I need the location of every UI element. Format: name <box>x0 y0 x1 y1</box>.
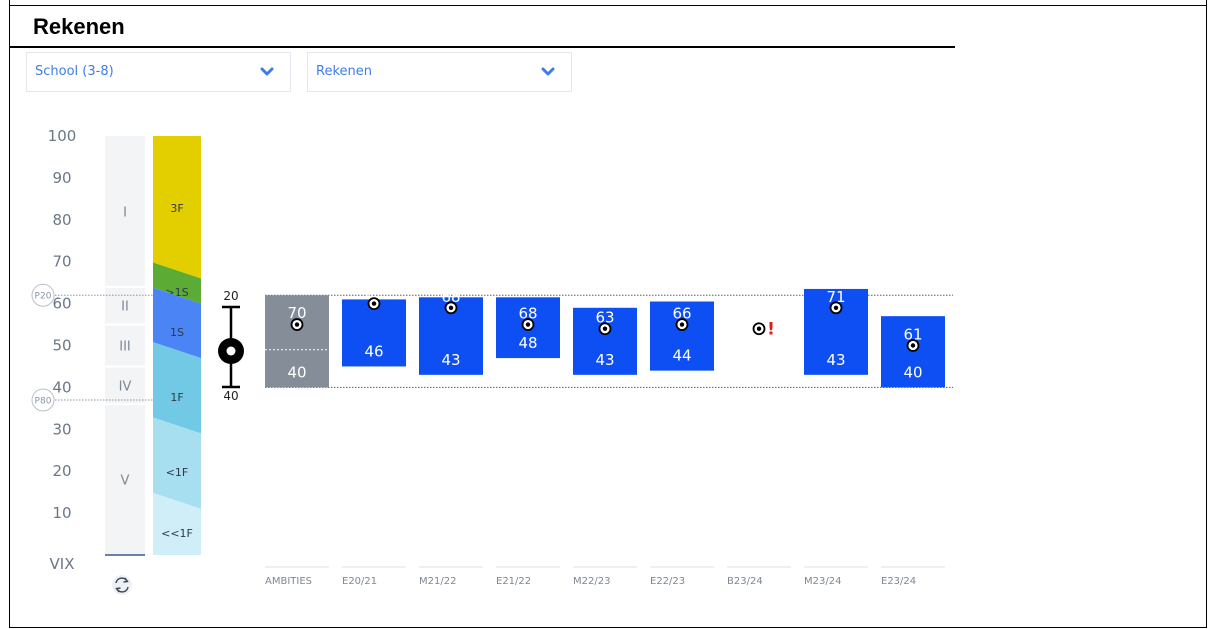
bar-low-label: 43 <box>595 351 614 369</box>
y-tick-label: 60 <box>52 295 71 313</box>
score-dot-center <box>833 305 839 310</box>
bar-low-label: 43 <box>826 351 845 369</box>
bar-low-label: 46 <box>364 342 383 360</box>
percentile-label: P80 <box>35 396 52 406</box>
score-dot-center <box>294 322 300 327</box>
score-chart: 100908070605040302010VIXIIIIIIIVV3F>1S1S… <box>31 127 953 595</box>
level-band-label: I <box>123 205 127 220</box>
y-axis-bottom-label: VIX <box>50 555 75 573</box>
alert-icon: ! <box>767 320 775 340</box>
reference-level-label: <1F <box>166 466 189 479</box>
y-tick-label: 70 <box>52 253 71 271</box>
y-tick-label: 10 <box>52 504 71 522</box>
y-tick-label: 90 <box>52 169 71 187</box>
y-tick-label: 20 <box>52 462 71 480</box>
x-tick-label: E22/23 <box>650 576 685 587</box>
reference-level-band <box>153 342 201 434</box>
bar-low-label: 43 <box>441 351 460 369</box>
y-tick-label: 80 <box>52 211 71 229</box>
x-tick-label: E20/21 <box>342 576 377 587</box>
level-band-label: II <box>121 300 129 315</box>
reference-level-label: 3F <box>170 202 183 215</box>
score-dot-center <box>602 326 608 331</box>
x-tick-label: AMBITIES <box>265 576 312 587</box>
level-band-label: IV <box>119 379 132 394</box>
y-tick-label: 30 <box>52 420 71 438</box>
percentile-label: P20 <box>35 292 52 302</box>
x-tick-label: E23/24 <box>881 576 916 587</box>
reference-level-band <box>153 417 201 509</box>
legend-scale-dot-center <box>226 346 236 356</box>
score-dot-center <box>525 322 531 327</box>
x-tick-label: M21/22 <box>419 576 456 587</box>
legend-scale-top-label: 20 <box>223 289 238 303</box>
bar-low-label: 40 <box>287 363 306 381</box>
level-band-label: V <box>121 474 130 489</box>
score-dot-center <box>756 326 762 331</box>
x-tick-label: M22/23 <box>573 576 610 587</box>
level-band-label: III <box>119 340 131 355</box>
y-tick-label: 100 <box>48 127 77 145</box>
refresh-icon[interactable] <box>112 575 132 595</box>
score-dot-center <box>448 305 454 310</box>
bar-low-label: 44 <box>672 347 691 365</box>
legend-scale-bottom-label: 40 <box>223 389 238 403</box>
x-tick-label: E21/22 <box>496 576 531 587</box>
score-dot-center <box>371 301 377 306</box>
score-dot-center <box>679 322 685 327</box>
reference-level-label: <<1F <box>161 527 193 540</box>
bar-low-label: 48 <box>518 334 537 352</box>
y-tick-label: 40 <box>52 378 71 396</box>
x-tick-label: M23/24 <box>804 576 841 587</box>
reference-level-label: 1F <box>170 391 183 404</box>
y-tick-label: 50 <box>52 337 71 355</box>
bar-low-label: 40 <box>903 363 922 381</box>
reference-level-label: 1S <box>170 326 184 339</box>
x-tick-label: B23/24 <box>727 576 763 587</box>
score-dot-center <box>910 343 916 348</box>
